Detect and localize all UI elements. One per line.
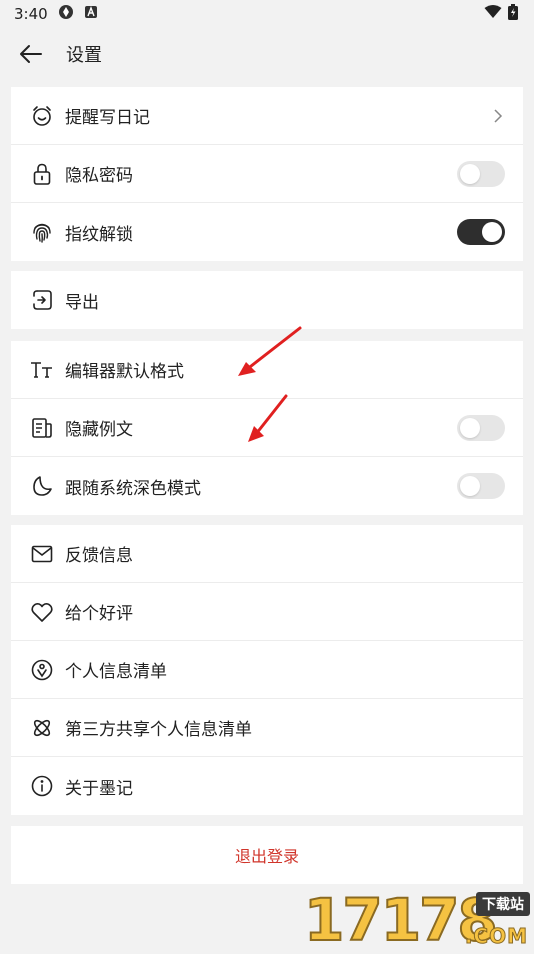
setting-export[interactable]: 导出 [11,271,523,329]
annotation-arrow-icon [238,326,302,376]
alarm-clock-icon [30,104,54,128]
app-notification-icon [84,5,98,23]
dark-mode-toggle[interactable] [457,473,505,499]
setting-label: 反馈信息 [65,546,133,566]
setting-personal-info-list[interactable]: 个人信息清单 [11,641,523,699]
sync-icon [58,4,74,24]
settings-group-reminders: 提醒写日记 隐私密码 指纹解锁 [11,87,523,261]
moon-icon [30,474,54,498]
watermark-domain: .COM [464,924,528,949]
watermark-tag: 下载站 [476,892,530,916]
privacy-password-toggle[interactable] [457,160,505,187]
chevron-right-icon [491,108,505,123]
setting-about[interactable]: 关于墨记 [11,757,523,815]
battery-icon [508,4,518,24]
setting-privacy-password[interactable]: 隐私密码 [11,145,523,203]
hide-sample-text-toggle[interactable] [457,414,505,441]
setting-third-party-sharing-list[interactable]: 第三方共享个人信息清单 [11,699,523,757]
status-bar: 3:40 [0,0,534,28]
setting-fingerprint-unlock[interactable]: 指纹解锁 [11,203,523,261]
setting-label: 给个好评 [65,604,133,624]
setting-label: 隐私密码 [65,166,133,186]
logout-label: 退出登录 [234,847,299,866]
settings-group-export: 导出 [11,271,523,329]
watermark-logo: 17178 下载站 .COM [303,889,530,951]
heart-icon [30,600,54,624]
setting-diary-reminder[interactable]: 提醒写日记 [11,87,523,145]
setting-label: 导出 [65,292,99,313]
person-info-icon [30,658,54,682]
setting-label: 指纹解锁 [65,224,133,245]
lock-icon [30,162,54,186]
wifi-icon [484,5,502,23]
settings-group-about: 反馈信息 给个好评 个人信息清单 第三方共享个人信息清单 关于墨记 [11,525,523,815]
share-icon [30,716,54,740]
fingerprint-unlock-toggle[interactable] [457,219,505,245]
setting-follow-system-dark-mode[interactable]: 跟随系统深色模式 [11,457,523,515]
setting-rate-app[interactable]: 给个好评 [11,583,523,641]
setting-label: 跟随系统深色模式 [65,478,201,499]
setting-feedback[interactable]: 反馈信息 [11,525,523,583]
document-icon [30,416,54,440]
annotation-arrow-icon [248,394,288,442]
info-icon [30,774,54,798]
fingerprint-icon [30,220,54,244]
logout-button[interactable]: 退出登录 [11,826,523,884]
setting-label: 提醒写日记 [65,108,150,128]
setting-label: 关于墨记 [65,778,133,799]
export-icon [30,288,54,312]
page-title: 设置 [66,45,102,66]
status-time: 3:40 [14,5,48,23]
setting-label: 个人信息清单 [65,662,167,682]
text-format-icon [30,358,54,382]
back-arrow-icon[interactable] [16,39,46,69]
app-bar: 设置 [0,28,534,80]
mail-icon [30,542,54,566]
setting-label: 第三方共享个人信息清单 [65,720,252,740]
